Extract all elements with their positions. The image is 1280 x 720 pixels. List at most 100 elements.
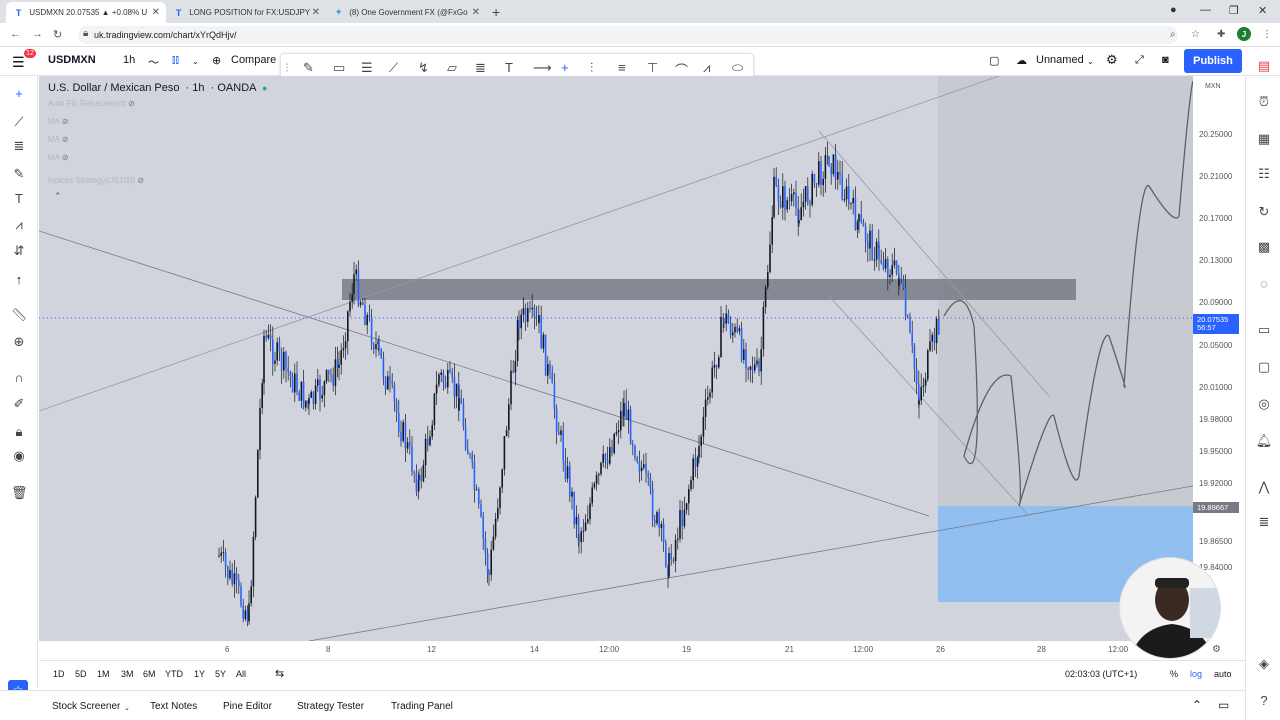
window-close-icon[interactable]: ✕ bbox=[1258, 4, 1267, 17]
measure-icon[interactable]: ⫶ bbox=[590, 60, 593, 76]
text-icon[interactable]: T bbox=[11, 191, 27, 206]
fib-icon[interactable]: ≣ bbox=[475, 60, 486, 76]
eye-icon[interactable]: ◉ bbox=[11, 448, 27, 464]
tab-pine-editor[interactable]: Pine Editor bbox=[223, 701, 272, 712]
channel-icon[interactable]: ☰ bbox=[361, 60, 373, 76]
range-button-ytd[interactable]: YTD bbox=[165, 669, 183, 679]
compare-plus-icon[interactable]: ⊕ bbox=[212, 54, 221, 67]
path-icon[interactable]: ↯ bbox=[418, 60, 429, 76]
close-icon[interactable]: ✕ bbox=[152, 7, 160, 18]
interval-button[interactable]: 1h bbox=[123, 54, 135, 66]
range-button-1d[interactable]: 1D bbox=[53, 669, 65, 679]
chart-type-line-icon[interactable]: 〜 bbox=[148, 54, 159, 70]
news-icon[interactable]: ☷ bbox=[1255, 166, 1273, 182]
chat-icon[interactable]: ▭ bbox=[1255, 322, 1273, 338]
new-tab-icon[interactable]: + bbox=[492, 4, 500, 20]
hotlist-icon[interactable]: ↻ bbox=[1255, 204, 1273, 220]
arrow-up-icon[interactable]: ↑ bbox=[11, 272, 27, 287]
goto-date-icon[interactable]: ⇆ bbox=[275, 667, 284, 680]
symbol-search[interactable]: USDMXN bbox=[48, 54, 96, 66]
legend-symbol-name[interactable]: U.S. Dollar / Mexican Peso bbox=[48, 82, 179, 94]
collapse-legend-icon[interactable]: ⌃ bbox=[54, 191, 267, 202]
brush-icon[interactable]: ✎ bbox=[303, 60, 314, 76]
prediction-icon[interactable]: ⇵ bbox=[11, 243, 27, 259]
camera-icon[interactable]: ◙ bbox=[1162, 54, 1169, 66]
lock-icon[interactable]: 🔒︎ bbox=[11, 424, 27, 440]
settings-gear-icon[interactable]: ⚙ bbox=[1212, 644, 1221, 655]
horizontal-ray-icon[interactable]: ⟶ bbox=[533, 60, 552, 76]
streams-icon[interactable]: ◎ bbox=[1255, 396, 1273, 412]
calendar-icon[interactable]: ▩ bbox=[1255, 239, 1273, 255]
trend-line-icon[interactable]: ⟋ bbox=[11, 114, 27, 130]
text-icon[interactable]: T bbox=[505, 60, 513, 75]
range-button-5y[interactable]: 5Y bbox=[215, 669, 226, 679]
range-button-5d[interactable]: 5D bbox=[75, 669, 87, 679]
depth-icon[interactable]: ≣ bbox=[1255, 514, 1273, 530]
range-button-all[interactable]: All bbox=[236, 669, 246, 679]
back-icon[interactable]: ← bbox=[10, 28, 21, 40]
chat-rooms-icon[interactable]: ▢ bbox=[1255, 359, 1273, 375]
stay-drawing-icon[interactable]: ✐ bbox=[11, 396, 27, 412]
legend-indicator[interactable]: Auto Fib Retracement ⊘ bbox=[48, 99, 267, 110]
forward-icon[interactable]: → bbox=[32, 28, 43, 40]
chevron-down-icon[interactable]: ⌄ bbox=[124, 704, 130, 712]
range-button-1m[interactable]: 1M bbox=[97, 669, 110, 679]
chevron-down-icon[interactable]: ⌄ bbox=[192, 57, 199, 66]
legend-indicator[interactable]: MA ⊘ bbox=[48, 135, 267, 146]
gear-icon[interactable]: ⚙ bbox=[1106, 52, 1118, 68]
profile-dot-icon[interactable]: ● bbox=[1170, 4, 1177, 16]
auto-scale-toggle[interactable]: auto bbox=[1214, 669, 1232, 679]
tab-trading-panel[interactable]: Trading Panel bbox=[391, 701, 453, 712]
layers-icon[interactable]: ◈ bbox=[1255, 656, 1273, 672]
close-icon[interactable]: ✕ bbox=[312, 7, 320, 18]
ellipse-icon[interactable]: ⬭ bbox=[732, 60, 743, 76]
eye-hidden-icon[interactable]: ⊘ bbox=[128, 99, 135, 108]
brush-icon[interactable]: ✎ bbox=[11, 166, 27, 182]
reload-icon[interactable]: ↻ bbox=[53, 28, 62, 41]
browser-tab-long-position[interactable]: T LONG POSITION for FX:USDJPY ✕ bbox=[166, 2, 326, 23]
legend-indicator[interactable]: MA ⊘ bbox=[48, 153, 267, 164]
zoom-icon[interactable]: ⌕ bbox=[1170, 29, 1176, 40]
trend-line-icon[interactable]: ⟋ bbox=[389, 60, 398, 76]
trash-icon[interactable]: 🗑︎ bbox=[11, 485, 28, 501]
time-axis[interactable]: 6 8 12 14 12:00 19 21 12:00 26 28 12:00 bbox=[39, 641, 1245, 659]
crosshair-icon[interactable]: + bbox=[11, 86, 27, 101]
range-button-1y[interactable]: 1Y bbox=[194, 669, 205, 679]
data-window-icon[interactable]: ▦ bbox=[1255, 131, 1273, 147]
crosshair-icon[interactable]: + bbox=[561, 60, 569, 75]
publish-button[interactable]: Publish bbox=[1184, 49, 1242, 73]
chart-type-bars-icon[interactable]: ⫾⫾ bbox=[172, 54, 179, 67]
ruler-icon[interactable]: 📏︎ bbox=[11, 307, 28, 323]
drag-handle-icon[interactable]: ⁝ bbox=[285, 60, 289, 76]
eye-hidden-icon[interactable]: ⊘ bbox=[62, 117, 69, 126]
zoom-in-icon[interactable]: ⊕ bbox=[11, 334, 27, 350]
tab-strategy-tester[interactable]: Strategy Tester bbox=[297, 701, 364, 712]
bookmark-star-icon[interactable]: ☆ bbox=[1191, 29, 1200, 40]
browser-tab-twitter[interactable]: ✦ (8) One Government FX (@FxGo ✕ bbox=[326, 2, 486, 23]
magnet-icon[interactable]: ∩ bbox=[11, 370, 27, 385]
vertical-line-icon[interactable]: ⊤ bbox=[647, 60, 658, 76]
restore-icon[interactable]: ❐ bbox=[1229, 4, 1239, 17]
pattern-icon[interactable]: ⩘ bbox=[11, 217, 27, 233]
compare-button[interactable]: Compare bbox=[231, 54, 276, 66]
price-axis[interactable]: MXN 20.25000 20.21000 20.17000 20.13000 20.0… bbox=[1193, 76, 1245, 641]
watchlist-icon[interactable]: ▤ bbox=[1255, 58, 1273, 74]
cloud-icon[interactable]: ☁ bbox=[1016, 54, 1027, 67]
fullscreen-icon[interactable]: ⤢ bbox=[1135, 54, 1144, 67]
profile-avatar[interactable]: J bbox=[1237, 27, 1251, 41]
browser-menu-icon[interactable]: ⋮ bbox=[1262, 29, 1272, 40]
pattern-icon[interactable]: ⩘ bbox=[703, 60, 710, 76]
percent-scale-toggle[interactable]: % bbox=[1170, 669, 1178, 679]
ideas-bulb-icon[interactable]: ◌ bbox=[1255, 276, 1273, 291]
close-icon[interactable]: ✕ bbox=[472, 7, 480, 18]
chevron-up-icon[interactable]: ⌃ bbox=[1192, 698, 1202, 712]
browser-tab-usdmxn[interactable]: T USDMXN 20.07535 ▲ +0.08% U ✕ bbox=[6, 2, 166, 23]
log-scale-toggle[interactable]: log bbox=[1190, 669, 1202, 679]
range-button-3m[interactable]: 3M bbox=[121, 669, 134, 679]
minimize-icon[interactable]: — bbox=[1200, 4, 1211, 16]
alarm-clock-icon[interactable]: ⏰︎ bbox=[1255, 94, 1273, 110]
help-icon[interactable]: ? bbox=[1255, 693, 1273, 708]
parallel-lines-icon[interactable]: ≡ bbox=[618, 60, 626, 75]
legend-indicator[interactable]: MA ⊘ bbox=[48, 117, 267, 128]
eye-hidden-icon[interactable]: ⊘ bbox=[137, 176, 144, 185]
